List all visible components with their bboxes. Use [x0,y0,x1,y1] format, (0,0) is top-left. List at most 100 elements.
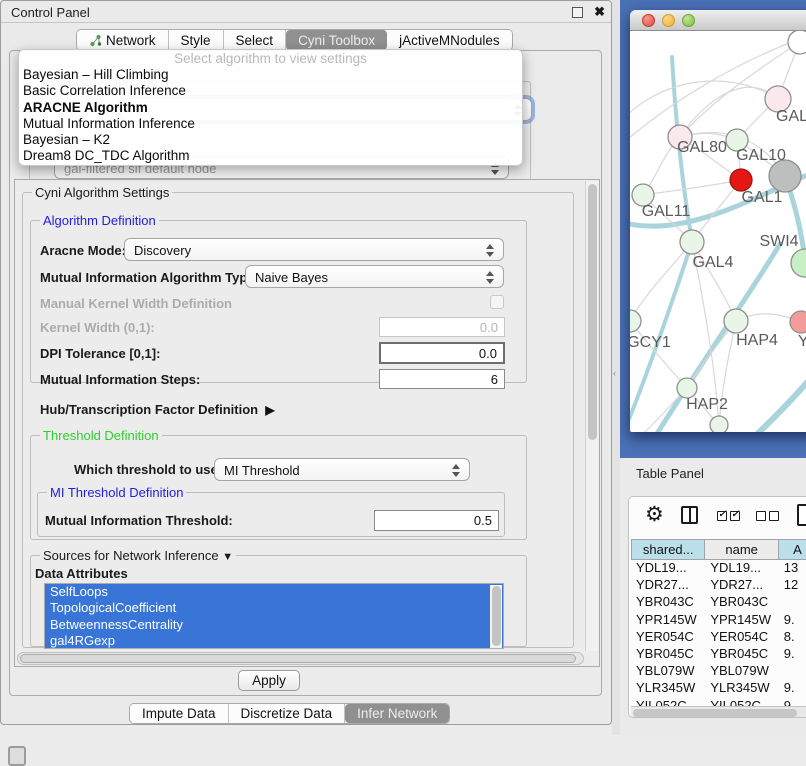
mi-type-label: Mutual Information Algorithm Type: [40,270,259,285]
attribute-item-selfloops[interactable]: SelfLoops [45,584,503,600]
new-document-icon[interactable] [797,504,806,526]
deselect-checkboxes-icon[interactable] [756,511,779,521]
aracne-mode-select[interactable]: Discovery [124,238,504,261]
table-row[interactable]: YER054CYER054C8. [631,629,806,646]
network-node-gcy1[interactable] [630,310,641,332]
column-header-name[interactable]: name [705,539,778,560]
tab-discretize-data[interactable]: Discretize Data [229,704,346,723]
tab-jactivemnodules[interactable]: jActiveMNodules [387,30,512,50]
control-panel-tabs: Network StyleSelectCyni ToolboxjActiveMNo… [76,29,513,51]
hub-definition-toggle[interactable]: Hub/Transcription Factor Definition ▶ [40,402,275,417]
split-columns-icon[interactable] [681,506,698,524]
scrollbar-thumb[interactable] [20,654,576,663]
network-node-hap4[interactable] [724,309,748,333]
close-window-icon[interactable] [642,14,655,27]
network-node[interactable] [710,416,728,432]
mi-steps-field[interactable]: 6 [379,369,505,389]
tab-cyni-toolbox[interactable]: Cyni Toolbox [286,30,387,50]
control-panel-window: Control Panel ✖ Network StyleSelectCyni T… [0,0,612,725]
network-node[interactable] [769,160,801,192]
table-cell: YBR045C [631,646,705,663]
table-horizontal-scrollbar[interactable] [631,706,806,718]
scrollbar-thumb[interactable] [588,184,597,440]
aracne-mode-value: Discovery [134,243,191,258]
table-row[interactable]: YBR045CYBR045C9. [631,646,806,663]
algorithm-option-basic-correlation-inference[interactable]: Basic Correlation Inference [19,83,522,99]
table-cell: YER054C [705,629,778,646]
table-row[interactable]: YBL079WYBL079W [631,663,806,680]
network-graph: GALGAL80GAL10GAL1GAL11GAL4SWI4GCY1HAP4YH… [630,31,806,432]
column-header-shared-[interactable]: shared... [631,539,705,560]
mi-threshold-label: Mutual Information Threshold: [45,513,233,528]
table-cell: YPR145W [631,612,705,629]
tab-network[interactable]: Network [77,30,169,50]
algorithm-option-aracne-algorithm[interactable]: ARACNE Algorithm [19,100,522,116]
attribute-item-betweennesscentrality[interactable]: BetweennessCentrality [45,617,503,633]
tab-label: Infer Network [357,706,437,721]
algorithm-option-mutual-information-inference[interactable]: Mutual Information Inference [19,116,522,132]
which-threshold-value: MI Threshold [224,463,300,478]
table-row[interactable]: YLR345WYLR345W9. [631,680,806,697]
node-table: shared...nameA YDL19...YDL19...13YDR27..… [631,539,806,706]
sources-group-title[interactable]: Sources for Network Inference ▼ [40,548,236,563]
attribute-item-gal4rgexp[interactable]: gal4RGexp [45,633,503,649]
mi-type-value: Naive Bayes [255,270,328,285]
network-edge[interactable] [725,365,806,432]
network-canvas[interactable]: GALGAL80GAL10GAL1GAL11GAL4SWI4GCY1HAP4YH… [630,31,806,432]
scrollbar-thumb[interactable] [633,709,797,717]
minimized-panel-icon[interactable] [8,746,26,766]
algorithm-option-dream8-dc-tdc-algorithm[interactable]: Dream8 DC_TDC Algorithm [19,148,522,164]
table-row[interactable]: YPR145WYPR145W9. [631,612,806,629]
node-table-box: ⚙ shared...nameA YDL19...YDL19...13YDR27… [628,496,806,718]
tab-infer-network[interactable]: Infer Network [345,704,449,723]
table-row[interactable]: YBR043CYBR043C [631,594,806,611]
network-node-swi4[interactable] [791,249,806,277]
network-node-y[interactable] [790,311,806,333]
settings-gear-icon[interactable]: ⚙ [645,502,664,527]
scrollbar-thumb[interactable] [492,586,501,646]
network-edge[interactable] [643,180,741,195]
attribute-list-scrollbar[interactable] [490,585,502,648]
table-cell: YBL079W [705,663,778,680]
network-edge[interactable] [630,242,692,321]
settings-horizontal-scrollbar[interactable] [17,652,584,665]
select-checkboxes-icon[interactable] [717,511,740,521]
tab-select[interactable]: Select [224,30,287,50]
mi-type-select[interactable]: Naive Bayes [245,265,504,288]
splitter-collapse-icon[interactable]: ‹ [613,368,616,378]
network-node[interactable] [788,31,806,54]
mi-threshold-group-title: MI Threshold Definition [47,485,186,500]
settings-vertical-scrollbar[interactable] [585,181,598,651]
table-cell: 9. [779,612,806,629]
control-panel-title: Control Panel [11,5,90,20]
minimize-window-icon[interactable] [662,14,675,27]
table-row[interactable]: YDL19...YDL19...13 [631,560,806,577]
stepper-arrows-icon [452,463,461,478]
float-window-icon[interactable] [572,7,583,18]
attribute-item-topologicalcoefficient[interactable]: TopologicalCoefficient [45,600,503,616]
algorithm-dropdown-prompt: Select algorithm to view settings [19,50,522,67]
zoom-window-icon[interactable] [682,14,695,27]
table-row[interactable]: YIL052CYIL052C9 [631,698,806,707]
apply-button[interactable]: Apply [238,670,300,691]
tab-impute-data[interactable]: Impute Data [130,704,229,723]
which-threshold-label: Which threshold to use: [74,462,222,477]
node-label: Y [798,333,806,350]
network-window-titlebar[interactable] [630,10,806,31]
table-row[interactable]: YDR27...YDR27...12 [631,577,806,594]
column-header-a[interactable]: A [779,539,806,560]
tab-style[interactable]: Style [169,30,224,50]
network-edge[interactable] [630,321,687,388]
algorithm-option-bayesian-k2[interactable]: Bayesian – K2 [19,132,522,148]
close-panel-icon[interactable]: ✖ [594,4,605,20]
which-threshold-select[interactable]: MI Threshold [214,458,470,481]
algorithm-option-bayesian-hill-climbing[interactable]: Bayesian – Hill Climbing [19,67,522,83]
network-node-gal1[interactable] [730,169,752,191]
network-node-gal4[interactable] [680,230,704,254]
mi-threshold-field[interactable]: 0.5 [374,510,499,531]
dpi-tolerance-field[interactable]: 0.0 [379,342,505,364]
network-icon [89,34,102,47]
panel-splitter[interactable]: ‹ [612,0,620,735]
tab-label: Network [106,33,156,48]
network-node-hap2[interactable] [677,378,697,398]
